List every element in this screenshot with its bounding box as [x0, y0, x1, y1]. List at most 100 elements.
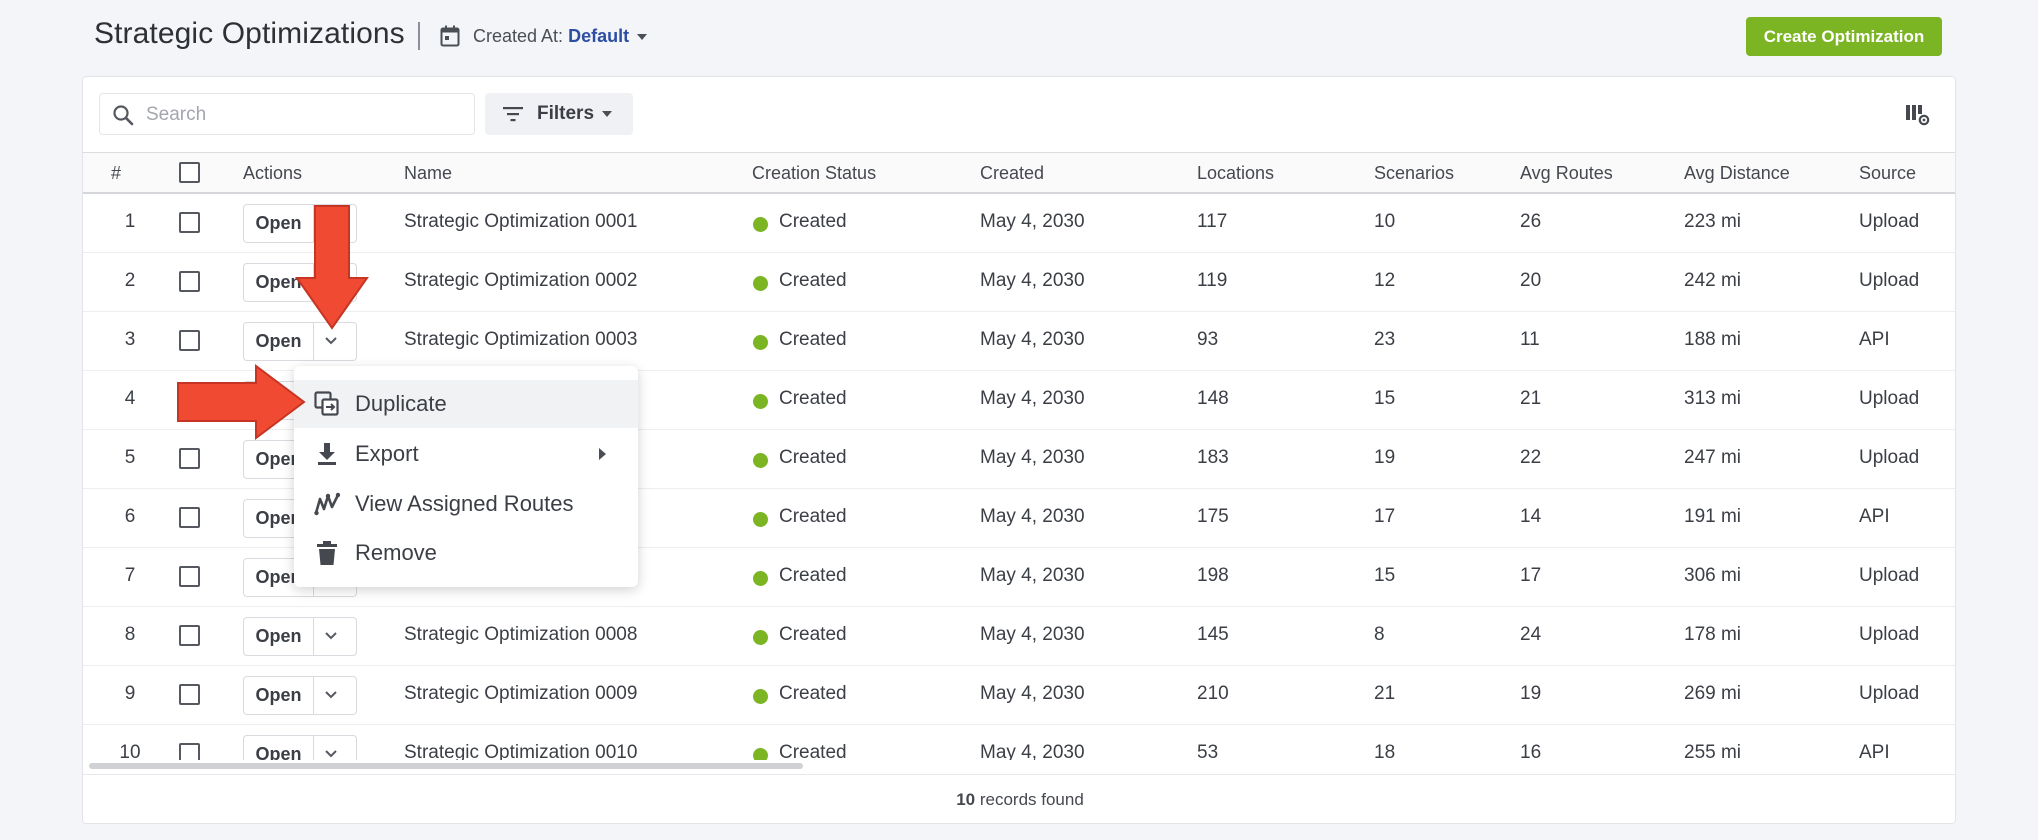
row-checkbox[interactable] [179, 330, 200, 351]
menu-item-label: View Assigned Routes [355, 491, 574, 516]
table-row[interactable]: 8 Open Strategic Optimization 0008 Created M… [83, 607, 1955, 666]
cell-locations: 53 [1197, 742, 1219, 760]
cell-scenarios: 19 [1374, 447, 1396, 468]
cell-source: Upload [1859, 447, 1920, 468]
column-header-creation-status[interactable]: Creation Status [752, 163, 876, 184]
row-actions-button-group: Open [243, 676, 357, 715]
cell-source: Upload [1859, 211, 1920, 232]
cell-name[interactable]: Strategic Optimization 0009 [404, 683, 637, 705]
row-number: 1 [124, 211, 136, 232]
row-checkbox[interactable] [179, 212, 200, 233]
cell-avg-distance: 269 mi [1684, 683, 1742, 704]
chevron-down-icon[interactable] [324, 749, 338, 759]
menu-item-duplicate[interactable]: Duplicate [294, 380, 638, 428]
search-input[interactable] [146, 102, 456, 128]
page-header: Strategic Optimizations Created At: Defa… [0, 0, 2038, 74]
cell-avg-routes: 16 [1520, 742, 1542, 760]
chevron-down-icon[interactable] [324, 631, 338, 641]
column-settings-icon[interactable] [1905, 103, 1931, 127]
records-count: 10 [956, 790, 976, 809]
row-checkbox[interactable] [179, 684, 200, 705]
cell-avg-routes: 11 [1520, 329, 1540, 350]
cell-scenarios: 12 [1374, 270, 1396, 291]
page-title: Strategic Optimizations [94, 17, 405, 50]
cell-name[interactable]: Strategic Optimization 0008 [404, 624, 637, 646]
cell-creation-status: Created [779, 624, 847, 645]
column-header-actions: Actions [243, 163, 303, 183]
caret-right-icon [599, 448, 606, 460]
filters-label: Filters [537, 103, 595, 124]
search-icon [113, 105, 134, 126]
table-row[interactable]: 10 Open Strategic Optimization 0010 Created… [83, 725, 1955, 760]
created-at-label: Created At: [473, 26, 564, 46]
create-optimization-button[interactable]: Create Optimization [1746, 17, 1942, 56]
row-number: 7 [124, 565, 136, 586]
horizontal-scrollbar-thumb[interactable] [89, 763, 803, 769]
cell-created: May 4, 2030 [980, 211, 1085, 232]
column-header-number[interactable]: # [111, 163, 121, 184]
cell-name[interactable]: Strategic Optimization 0002 [404, 270, 637, 292]
row-number: 3 [124, 329, 136, 350]
cell-avg-routes: 14 [1520, 506, 1542, 527]
table-row[interactable]: 9 Open Strategic Optimization 0009 Created M… [83, 666, 1955, 725]
row-checkbox[interactable] [179, 566, 200, 587]
cell-avg-routes: 17 [1520, 565, 1542, 586]
annotation-arrow-down [295, 205, 369, 330]
routes-icon [314, 492, 340, 516]
filters-button[interactable]: Filters [485, 93, 633, 135]
cell-created: May 4, 2030 [980, 329, 1085, 350]
cell-creation-status: Created [779, 388, 847, 409]
row-checkbox[interactable] [179, 271, 200, 292]
row-checkbox[interactable] [179, 448, 200, 469]
cell-avg-distance: 313 mi [1684, 388, 1742, 409]
cell-avg-distance: 247 mi [1684, 447, 1742, 468]
status-dot-icon [753, 394, 768, 409]
row-number: 5 [124, 447, 136, 468]
cell-avg-routes: 21 [1520, 388, 1542, 409]
cell-locations: 119 [1197, 270, 1228, 291]
chevron-down-icon[interactable] [324, 336, 338, 346]
cell-source: Upload [1859, 624, 1920, 645]
cell-avg-distance: 255 mi [1684, 742, 1742, 760]
records-footer: 10 records found [83, 774, 1955, 823]
column-header-name[interactable]: Name [404, 163, 452, 184]
column-header-source[interactable]: Source [1859, 163, 1916, 184]
table-header: # Actions Name Creation Status Created L… [83, 152, 1955, 194]
chevron-down-icon[interactable] [324, 690, 338, 700]
cell-created: May 4, 2030 [980, 624, 1085, 645]
menu-item-export[interactable]: Export [294, 430, 638, 478]
menu-item-view-assigned-routes[interactable]: View Assigned Routes [294, 480, 638, 528]
cell-name[interactable]: Strategic Optimization 0001 [404, 211, 637, 233]
column-header-created[interactable]: Created [980, 163, 1044, 184]
row-number: 8 [124, 624, 136, 645]
cell-avg-routes: 19 [1520, 683, 1542, 704]
row-checkbox[interactable] [179, 743, 200, 760]
column-header-scenarios[interactable]: Scenarios [1374, 163, 1454, 184]
cell-name[interactable]: Strategic Optimization 0003 [404, 329, 637, 351]
column-header-avg-distance[interactable]: Avg Distance [1684, 163, 1790, 184]
row-checkbox[interactable] [179, 507, 200, 528]
cell-creation-status: Created [779, 506, 847, 527]
column-header-avg-routes[interactable]: Avg Routes [1520, 163, 1613, 184]
row-checkbox[interactable] [179, 625, 200, 646]
cell-avg-routes: 22 [1520, 447, 1542, 468]
cell-scenarios: 17 [1374, 506, 1396, 527]
status-dot-icon [753, 453, 768, 468]
cell-scenarios: 23 [1374, 329, 1396, 350]
created-at-filter[interactable]: Created At: Default [473, 26, 648, 47]
select-all-checkbox[interactable] [179, 162, 200, 183]
cell-avg-routes: 20 [1520, 270, 1542, 291]
open-button[interactable]: Open [244, 677, 314, 714]
cell-source: Upload [1859, 683, 1920, 704]
open-button[interactable]: Open [244, 618, 314, 655]
search-box[interactable] [99, 93, 475, 135]
menu-item-remove[interactable]: Remove [294, 529, 638, 577]
open-button[interactable]: Open [244, 736, 314, 760]
caret-down-icon [602, 111, 613, 117]
row-actions-button-group: Open [243, 617, 357, 656]
status-dot-icon [753, 276, 768, 291]
column-header-locations[interactable]: Locations [1197, 163, 1274, 184]
cell-source: Upload [1859, 270, 1920, 291]
records-label: records found [979, 790, 1084, 809]
cell-name[interactable]: Strategic Optimization 0010 [404, 742, 637, 760]
